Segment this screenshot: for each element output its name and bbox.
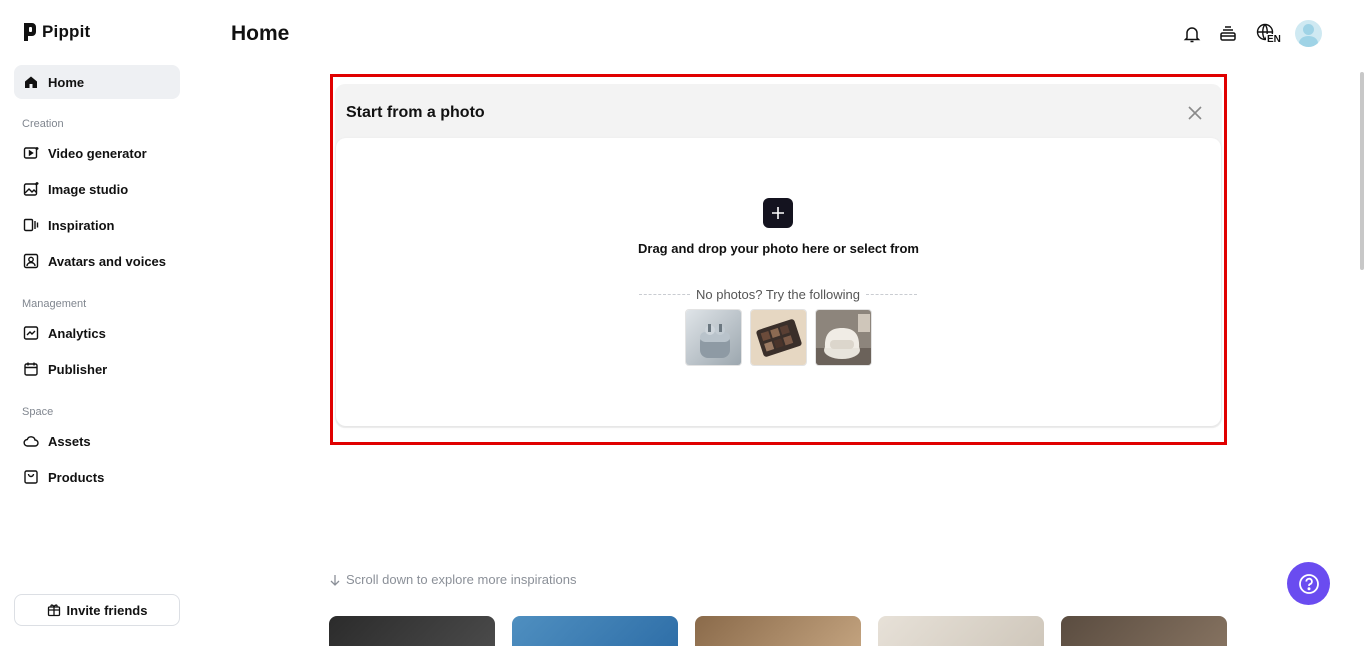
inspiration-card[interactable] <box>512 616 678 646</box>
user-avatar[interactable] <box>1295 20 1322 47</box>
scroll-hint: Scroll down to explore more inspirations <box>330 572 577 587</box>
scroll-hint-text: Scroll down to explore more inspirations <box>346 572 577 587</box>
arrow-down-icon <box>330 574 340 586</box>
video-generator-icon <box>23 147 39 159</box>
sidebar-item-products[interactable]: Products <box>14 460 180 494</box>
sidebar-item-label: Analytics <box>48 325 106 341</box>
app-logo[interactable]: Pippit <box>23 22 90 42</box>
section-label-space: Space <box>22 406 54 418</box>
invite-friends-label: Invite friends <box>66 602 148 618</box>
section-label-management: Management <box>22 298 87 310</box>
sidebar-item-video-generator[interactable]: Video generator <box>14 136 180 170</box>
avatar-icon <box>23 253 39 269</box>
divider-line <box>639 294 690 295</box>
sidebar-item-label: Publisher <box>48 361 108 377</box>
inspiration-card[interactable] <box>695 616 861 646</box>
help-button[interactable] <box>1287 562 1330 605</box>
divider-line <box>866 294 918 295</box>
sample-photos <box>685 309 872 366</box>
language-button[interactable]: EN <box>1253 23 1282 45</box>
sidebar-item-label: Home <box>48 74 85 90</box>
sidebar-item-inspiration[interactable]: Inspiration <box>14 208 180 242</box>
sidebar-item-label: Video generator <box>48 145 147 161</box>
sidebar-item-assets[interactable]: Assets <box>14 424 180 458</box>
plus-icon <box>772 207 784 219</box>
sidebar-item-label: Products <box>48 469 105 485</box>
dropzone-instructions: Drag and drop your photo here or select … <box>638 241 919 256</box>
home-icon <box>25 76 37 88</box>
gift-icon <box>47 604 60 617</box>
eyeshadow-palette-photo <box>751 310 806 365</box>
sidebar-item-avatars-and-voices[interactable]: Avatars and voices <box>14 244 180 278</box>
sample-photo-palette[interactable] <box>750 309 807 366</box>
start-from-photo-panel: Start from a photo Drag and drop your ph… <box>335 84 1222 428</box>
calendar-icon <box>24 362 38 376</box>
subscription-button[interactable] <box>1217 23 1239 45</box>
sample-photo-earbuds[interactable] <box>685 309 742 366</box>
cloud-icon <box>23 436 39 447</box>
bell-icon <box>1183 26 1201 42</box>
panel-title: Start from a photo <box>346 104 485 121</box>
notifications-button[interactable] <box>1181 23 1203 45</box>
inspiration-icon <box>23 218 39 232</box>
add-photo-button[interactable] <box>763 198 793 228</box>
inspiration-cards <box>329 616 1227 646</box>
inspiration-card[interactable] <box>329 616 495 646</box>
invite-friends-button[interactable]: Invite friends <box>14 594 180 626</box>
earbuds-photo <box>686 310 741 365</box>
section-label-creation: Creation <box>22 118 64 130</box>
scrollbar[interactable] <box>1360 72 1364 270</box>
pippit-logo-icon <box>24 23 36 41</box>
sample-photo-armchair[interactable] <box>815 309 872 366</box>
sidebar-item-analytics[interactable]: Analytics <box>14 316 180 350</box>
sidebar-item-image-studio[interactable]: Image studio <box>14 172 180 206</box>
sidebar-item-label: Inspiration <box>48 217 115 233</box>
armchair-photo <box>816 310 871 365</box>
page-title: Home <box>231 22 290 45</box>
help-icon <box>1298 573 1319 594</box>
sidebar-item-label: Avatars and voices <box>48 253 167 269</box>
photo-dropzone[interactable]: Drag and drop your photo here or select … <box>336 138 1221 426</box>
sample-divider: No photos? Try the following <box>639 287 918 302</box>
stack-icon <box>1220 25 1236 41</box>
sidebar: Pippit Home Creation Video generator Ima… <box>0 0 196 640</box>
close-button[interactable] <box>1186 104 1204 122</box>
inspiration-card[interactable] <box>878 616 1044 646</box>
header-actions: EN <box>1181 20 1322 47</box>
app-name: Pippit <box>42 22 91 41</box>
sidebar-item-label: Assets <box>48 433 91 449</box>
sidebar-item-publisher[interactable]: Publisher <box>14 352 180 386</box>
sidebar-item-label: Image studio <box>48 181 129 197</box>
image-studio-icon <box>23 182 39 196</box>
sidebar-item-home[interactable]: Home <box>14 65 180 99</box>
sample-hint: No photos? Try the following <box>695 287 861 302</box>
analytics-icon <box>23 326 39 340</box>
close-icon <box>1188 106 1202 120</box>
shopping-bag-icon <box>24 470 38 484</box>
language-code: EN <box>1266 33 1282 45</box>
inspiration-card[interactable] <box>1061 616 1227 646</box>
